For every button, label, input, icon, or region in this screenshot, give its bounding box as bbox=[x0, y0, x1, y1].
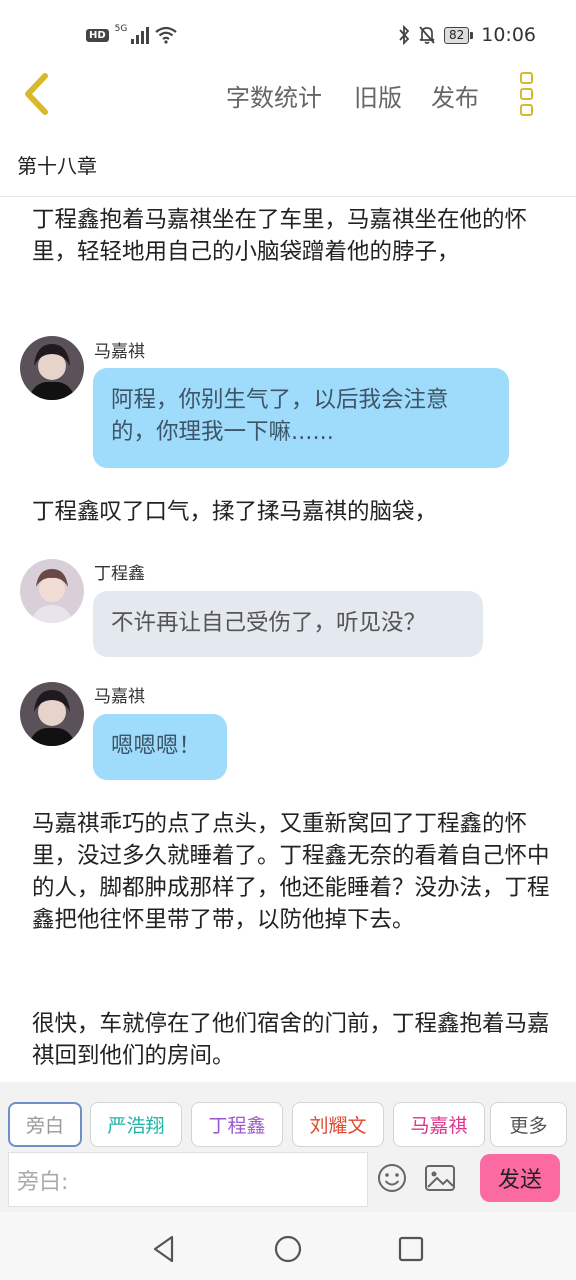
back-button[interactable] bbox=[18, 72, 58, 116]
clock: 10:06 bbox=[481, 24, 536, 46]
message-bubble: 阿程，你别生气了，以后我会注意的，你理我一下嘛...... bbox=[93, 368, 509, 468]
battery-level: 82 bbox=[443, 26, 470, 44]
navigation-bar bbox=[0, 1212, 576, 1280]
status-right: 82 10:06 bbox=[398, 24, 536, 46]
avatar-ding-chengxin[interactable] bbox=[20, 559, 84, 623]
image-icon[interactable] bbox=[424, 1164, 456, 1192]
smiley-icon[interactable] bbox=[376, 1162, 408, 1194]
recents-square-icon[interactable] bbox=[396, 1234, 426, 1264]
wifi-icon bbox=[155, 26, 178, 44]
speaker-name: 丁程鑫 bbox=[94, 564, 145, 584]
message-bubble: 嗯嗯嗯！ bbox=[93, 714, 227, 780]
more-roles-button[interactable]: 更多 bbox=[490, 1102, 567, 1147]
toolbar: 字数统计 旧版 发布 bbox=[0, 72, 576, 140]
narration-2: 丁程鑫叹了口气，揉了揉马嘉祺的脑袋， bbox=[32, 499, 438, 525]
back-triangle-icon[interactable] bbox=[150, 1234, 180, 1264]
status-left: HD 5G bbox=[86, 24, 178, 44]
home-circle-icon[interactable] bbox=[273, 1234, 303, 1264]
bluetooth-icon bbox=[399, 25, 410, 45]
avatar-ma-jiaqi[interactable] bbox=[20, 682, 84, 746]
status-bar: HD 5G 82 10:06 bbox=[0, 0, 576, 72]
narration-4: 很快，车就停在了他们宿舍的门前，丁程鑫抱着马嘉祺回到他们的房间。 bbox=[32, 1011, 550, 1069]
hd-icon: HD bbox=[86, 28, 109, 42]
role-chip[interactable]: 马嘉祺 bbox=[393, 1102, 485, 1147]
battery-icon: 82 bbox=[443, 26, 474, 44]
chapter-title[interactable]: 第十八章 bbox=[17, 150, 97, 179]
narration-3: 马嘉祺乖巧的点了点头，又重新窝回了丁程鑫的怀里，没过多久就睡着了。丁程鑫无奈的看… bbox=[32, 811, 550, 933]
role-chip[interactable]: 丁程鑫 bbox=[191, 1102, 283, 1147]
avatar-ma-jiaqi[interactable] bbox=[20, 336, 84, 400]
speaker-name: 马嘉祺 bbox=[94, 342, 145, 362]
word-count-button[interactable]: 字数统计 bbox=[226, 78, 322, 113]
send-button[interactable]: 发送 bbox=[480, 1154, 560, 1202]
message-bubble: 不许再让自己受伤了，听见没？ bbox=[93, 591, 483, 657]
speaker-name: 马嘉祺 bbox=[94, 687, 145, 707]
mute-bell-icon bbox=[419, 26, 435, 44]
vertical-dots-icon[interactable] bbox=[520, 72, 540, 116]
divider bbox=[0, 196, 576, 197]
old-version-button[interactable]: 旧版 bbox=[354, 78, 402, 113]
role-chip-narrator[interactable]: 旁白 bbox=[8, 1102, 82, 1147]
role-chip[interactable]: 严浩翔 bbox=[90, 1102, 182, 1147]
signal-icon bbox=[131, 26, 150, 44]
network-type: 5G bbox=[114, 24, 128, 34]
chevron-left-icon bbox=[25, 73, 48, 115]
message-input[interactable]: 旁白: bbox=[8, 1152, 368, 1207]
role-chip[interactable]: 刘耀文 bbox=[292, 1102, 384, 1147]
narration-1: 丁程鑫抱着马嘉祺坐在了车里，马嘉祺坐在他的怀里，轻轻地用自己的小脑袋蹭着他的脖子… bbox=[32, 207, 528, 265]
publish-button[interactable]: 发布 bbox=[431, 78, 479, 113]
story-content: 丁程鑫抱着马嘉祺坐在了车里，马嘉祺坐在他的怀里，轻轻地用自己的小脑袋蹭着他的脖子… bbox=[0, 200, 576, 1080]
composer: 旁白 严浩翔 丁程鑫 刘耀文 马嘉祺 更多 旁白: 发送 bbox=[0, 1082, 576, 1212]
